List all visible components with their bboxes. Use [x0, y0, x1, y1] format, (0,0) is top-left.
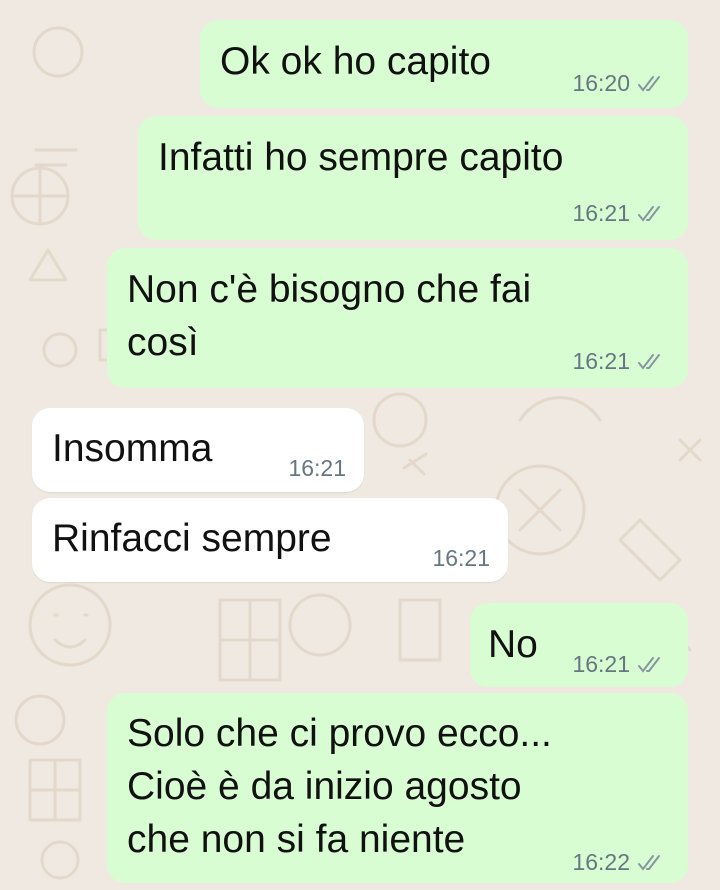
message-bubble-outgoing[interactable]: Non c'è bisogno che fai così 16:21	[107, 248, 688, 388]
message-time: 16:21	[288, 455, 346, 481]
message-bubble-outgoing[interactable]: Ok ok ho capito 16:20	[200, 20, 688, 108]
message-text: Rinfacci sempre	[52, 517, 332, 560]
message-text: Ok ok ho capito	[220, 40, 491, 83]
message-time: 16:21	[572, 651, 630, 677]
read-ticks-icon	[638, 353, 660, 370]
message-bubble-incoming[interactable]: Insomma 16:21	[32, 408, 364, 492]
message-text: Infatti ho sempre capito	[158, 136, 564, 179]
message-time: 16:20	[572, 70, 630, 96]
message-time: 16:21	[572, 200, 630, 226]
message-text: Insomma	[52, 427, 213, 470]
message-text: Solo che ci provo ecco... Cioè è da iniz…	[127, 712, 552, 861]
message-bubble-incoming[interactable]: Rinfacci sempre 16:21	[32, 498, 508, 582]
message-meta: 16:21	[572, 651, 666, 678]
message-time: 16:21	[432, 545, 490, 571]
message-text: No	[488, 623, 538, 666]
read-ticks-icon	[638, 656, 660, 673]
message-meta: 16:20	[572, 70, 666, 97]
message-bubble-outgoing[interactable]: No 16:21	[470, 603, 688, 687]
message-time: 16:21	[572, 348, 630, 374]
message-meta: 16:21	[572, 200, 666, 227]
message-bubble-outgoing[interactable]: Solo che ci provo ecco... Cioè è da iniz…	[107, 693, 688, 883]
message-text: Non c'è bisogno che fai così	[127, 268, 532, 364]
message-meta: 16:22	[572, 849, 666, 876]
read-ticks-icon	[638, 75, 660, 92]
message-bubble-outgoing[interactable]: Infatti ho sempre capito 16:21	[138, 116, 688, 240]
message-meta: 16:21	[288, 455, 346, 482]
read-ticks-icon	[638, 854, 660, 871]
message-time: 16:22	[572, 849, 630, 875]
message-meta: 16:21	[572, 348, 666, 375]
message-meta: 16:21	[432, 545, 490, 572]
read-ticks-icon	[638, 205, 660, 222]
